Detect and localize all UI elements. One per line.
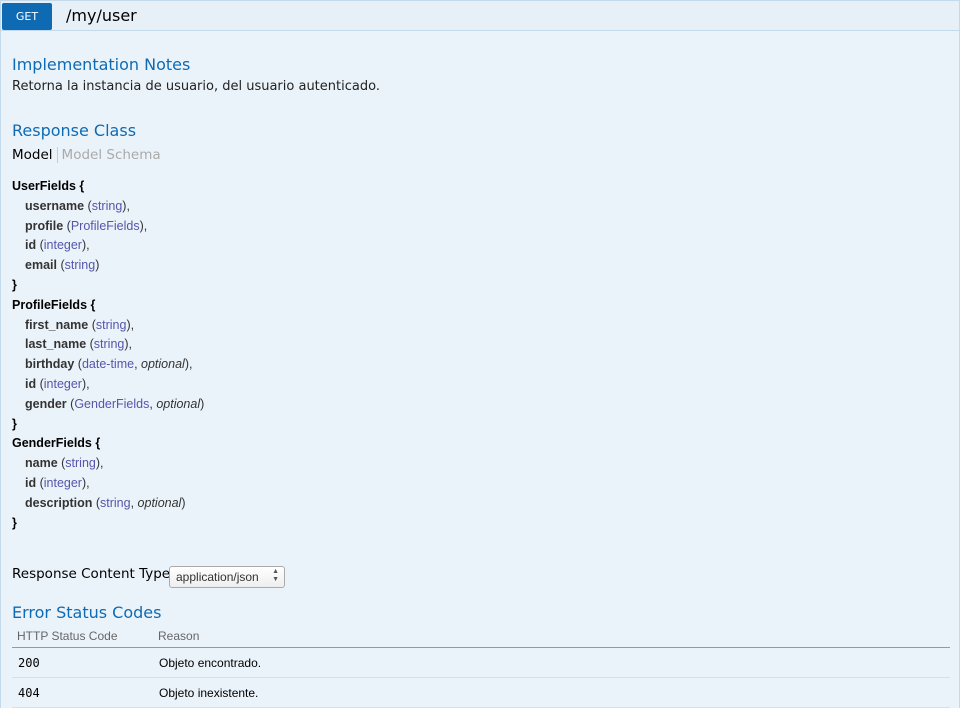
model-field: last_name (string), — [25, 337, 133, 352]
model-header: GenderFields { — [12, 434, 204, 454]
field-type[interactable]: integer — [44, 476, 82, 490]
model-close-brace: } — [12, 515, 17, 530]
field-type[interactable]: string — [65, 456, 96, 470]
field-type[interactable]: integer — [44, 238, 82, 252]
model-field: first_name (string), — [25, 317, 135, 332]
field-name: last_name — [25, 337, 87, 352]
field-optional: optional — [137, 495, 182, 510]
model-name: GenderFields — [12, 436, 92, 451]
field-name: gender — [25, 396, 67, 411]
model-close-brace: } — [12, 416, 17, 431]
field-type[interactable]: string — [96, 318, 127, 332]
field-name: id — [25, 238, 37, 253]
model-field: email (string) — [25, 258, 100, 273]
brace: { — [91, 436, 101, 451]
status-code: 404 — [18, 686, 40, 700]
field-name: id — [25, 376, 37, 391]
field-name: birthday — [25, 357, 75, 372]
endpoint-panel: GET /my/user Implementation Notes Retorn… — [0, 0, 960, 708]
brace: { — [87, 297, 96, 312]
response-class-title: Response Class — [12, 121, 137, 140]
field-name: email — [25, 258, 57, 273]
status-reason: Objeto encontrado. — [159, 656, 262, 670]
tab-model[interactable]: Model — [12, 147, 58, 163]
http-method-badge[interactable]: GET — [2, 3, 52, 30]
tab-model-schema[interactable]: Model Schema — [58, 147, 161, 163]
endpoint-path[interactable]: /my/user — [66, 6, 137, 25]
field-name: profile — [25, 218, 64, 233]
model-header: UserFields { — [12, 177, 204, 197]
table-header: HTTP Status Code Reason — [12, 626, 950, 648]
field-type[interactable]: string — [92, 199, 123, 213]
model-field: description (string, optional) — [25, 495, 186, 510]
model-field: id (integer), — [25, 376, 90, 391]
brace: { — [75, 179, 85, 193]
model-field: gender (GenderFields, optional) — [25, 396, 205, 411]
model-header: ProfileFields { — [12, 296, 204, 316]
response-content-type-label: Response Content Type — [12, 566, 171, 582]
model-name: UserFields — [12, 179, 76, 193]
status-codes-table: HTTP Status Code Reason 200 Objeto encon… — [12, 626, 950, 708]
field-type[interactable]: string — [94, 337, 125, 351]
field-name: first_name — [25, 317, 89, 332]
column-header-code: HTTP Status Code — [17, 629, 118, 643]
endpoint-heading[interactable]: GET /my/user — [1, 1, 959, 31]
implementation-notes-title: Implementation Notes — [12, 55, 191, 74]
select-arrows-icon: ▲ ▼ — [272, 568, 279, 583]
field-optional: optional — [156, 396, 201, 411]
field-name: id — [25, 475, 37, 490]
response-content-type-value: application/json — [176, 570, 259, 584]
model-field: username (string), — [25, 198, 130, 213]
model-signature: UserFields {username (string), profile (P… — [12, 177, 204, 533]
status-reason: Objeto inexistente. — [159, 686, 259, 700]
table-row: 200 Objeto encontrado. — [12, 648, 950, 678]
model-close-brace: } — [12, 277, 17, 292]
table-row: 404 Objeto inexistente. — [12, 678, 950, 708]
model-field: id (integer), — [25, 475, 90, 490]
error-status-codes-title: Error Status Codes — [12, 603, 162, 622]
column-header-reason: Reason — [158, 629, 200, 643]
field-type[interactable]: date-time — [82, 357, 134, 371]
field-name: username — [25, 198, 85, 213]
field-type[interactable]: string — [100, 496, 131, 510]
model-field: profile (ProfileFields), — [25, 218, 148, 233]
implementation-notes-text: Retorna la instancia de usuario, del usu… — [12, 79, 380, 94]
model-field: birthday (date-time, optional), — [25, 357, 193, 372]
response-content-type-select[interactable]: application/json ▲ ▼ — [169, 566, 285, 588]
field-type[interactable]: integer — [44, 377, 82, 391]
field-optional: optional — [141, 357, 185, 372]
field-type[interactable]: ProfileFields — [71, 219, 140, 233]
field-name: name — [25, 456, 58, 471]
status-code: 200 — [18, 656, 40, 670]
model-field: id (integer), — [25, 238, 90, 253]
model-tabs: Model Model Schema — [12, 147, 161, 163]
field-name: description — [25, 495, 93, 510]
field-type[interactable]: GenderFields — [74, 397, 149, 411]
model-field: name (string), — [25, 456, 104, 471]
model-name: ProfileFields — [12, 297, 88, 312]
field-type[interactable]: string — [65, 258, 96, 272]
